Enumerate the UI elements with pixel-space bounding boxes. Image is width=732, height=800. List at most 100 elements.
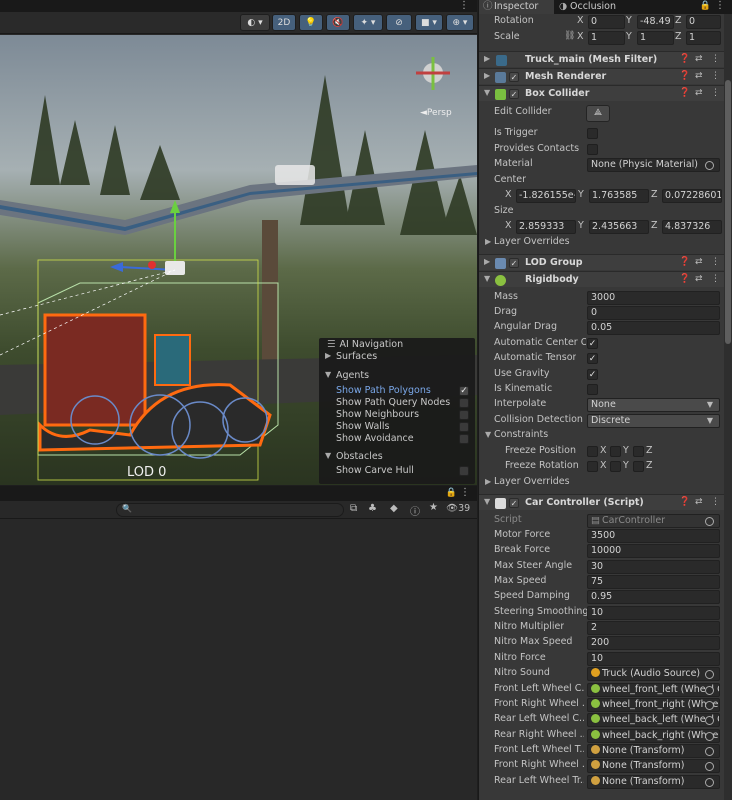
camera-settings-icon[interactable]: ■ ▾: [415, 14, 443, 31]
mass-field[interactable]: 3000: [587, 291, 720, 305]
object-picker-icon[interactable]: [705, 746, 714, 756]
audio-toggle-icon[interactable]: 🔇: [326, 14, 350, 31]
object-picker-icon[interactable]: [705, 685, 714, 695]
lod-group-header[interactable]: ▶ ✓ LOD Group ❓ ⇄ ⋮: [479, 254, 725, 270]
enabled-checkbox[interactable]: ✓: [509, 89, 519, 99]
help-icon[interactable]: ❓: [679, 71, 690, 81]
foldout-arrow-icon[interactable]: ▶: [484, 257, 490, 266]
field-value[interactable]: 10: [587, 651, 720, 666]
obstacles-foldout[interactable]: ▼ Obstacles: [319, 451, 475, 463]
collision-detection-dropdown[interactable]: Discrete ▼: [587, 414, 720, 428]
scene-view[interactable]: ⋮ ◐ ▾ 2D 💡 🔇 ✦ ▾ ⊘ ■ ▾ ⊕ ▾ ◄Persp LOD 0 …: [0, 0, 477, 485]
auto-center-checkbox[interactable]: ✓: [587, 338, 598, 349]
mesh-renderer-header[interactable]: ▶ ✓ Mesh Renderer ❓ ⇄ ⋮: [479, 68, 725, 84]
freeze-pos-z-checkbox[interactable]: [633, 446, 644, 457]
field-value[interactable]: 10000: [587, 544, 720, 559]
component-menu-icon[interactable]: ⋮: [711, 88, 720, 98]
provides-contacts-checkbox[interactable]: [587, 144, 598, 155]
checkbox[interactable]: [459, 398, 469, 408]
show-neighbours-toggle[interactable]: Show Neighbours: [319, 409, 475, 421]
inspector-scrollbar[interactable]: [724, 14, 732, 800]
object-reference-field[interactable]: wheel_front_left (Wheel C: [587, 682, 720, 697]
lock-icon[interactable]: 🔒: [700, 1, 711, 11]
checkbox-checked-icon[interactable]: ✓: [459, 386, 469, 396]
field-value[interactable]: 30: [587, 559, 720, 574]
foldout-arrow-icon[interactable]: ▼: [484, 497, 490, 506]
object-picker-icon[interactable]: [705, 161, 714, 170]
help-icon[interactable]: ❓: [679, 497, 690, 507]
foldout-arrow-icon[interactable]: ▶: [484, 71, 490, 80]
box-collider-header[interactable]: ▼ ✓ Box Collider ❓ ⇄ ⋮: [479, 85, 725, 101]
show-path-polygons-toggle[interactable]: Show Path Polygons ✓: [319, 385, 475, 397]
filter-by-type-icon[interactable]: ⧉: [350, 503, 357, 514]
constrain-proportions-icon[interactable]: ⛓: [564, 31, 575, 41]
show-walls-toggle[interactable]: Show Walls: [319, 421, 475, 433]
gizmos-button[interactable]: ⊕ ▾: [446, 14, 474, 31]
show-path-query-nodes-toggle[interactable]: Show Path Query Nodes: [319, 397, 475, 409]
field-value[interactable]: 0.95: [587, 590, 720, 605]
presets-icon[interactable]: ⇄: [695, 88, 703, 98]
component-menu-icon[interactable]: ⋮: [711, 497, 720, 507]
object-reference-field[interactable]: Truck (Audio Source): [587, 667, 720, 682]
help-icon[interactable]: ❓: [679, 257, 690, 267]
field-value[interactable]: 10: [587, 605, 720, 620]
component-menu-icon[interactable]: ⋮: [711, 71, 720, 81]
object-reference-field[interactable]: None (Transform): [587, 774, 720, 789]
info-icon[interactable]: ⓘ: [410, 503, 420, 518]
presets-icon[interactable]: ⇄: [695, 497, 703, 507]
object-picker-icon[interactable]: [705, 700, 714, 710]
presets-icon[interactable]: ⇄: [695, 54, 703, 64]
show-avoidance-toggle[interactable]: Show Avoidance: [319, 433, 475, 445]
size-x-field[interactable]: 2.859333: [516, 220, 576, 234]
freeze-rot-z-checkbox[interactable]: [633, 461, 644, 472]
freeze-rot-y-checkbox[interactable]: [610, 461, 621, 472]
field-value[interactable]: 2: [587, 621, 720, 636]
box-layer-overrides-foldout[interactable]: ▶ Layer Overrides: [479, 235, 725, 250]
foldout-arrow-icon[interactable]: ▶: [484, 54, 490, 63]
more-options-icon[interactable]: ⋮: [460, 487, 470, 498]
presets-icon[interactable]: ⇄: [695, 257, 703, 267]
rotation-z-field[interactable]: 0: [686, 15, 721, 29]
scale-x-field[interactable]: 1: [588, 31, 625, 45]
mode-2d-button[interactable]: 2D: [272, 14, 296, 31]
field-value[interactable]: 3500: [587, 529, 720, 543]
help-icon[interactable]: ❓: [679, 88, 690, 98]
scale-y-field[interactable]: 1: [637, 31, 674, 45]
lighting-toggle-icon[interactable]: 💡: [299, 14, 323, 31]
agents-foldout[interactable]: ▼ Agents: [319, 370, 475, 382]
scale-z-field[interactable]: 1: [686, 31, 721, 45]
object-reference-field[interactable]: wheel_back_right (Whee: [587, 728, 720, 743]
scene-viewport[interactable]: ◄Persp LOD 0 ☰ AI Navigation ▶ Surfaces ▼ A…: [0, 35, 477, 485]
mesh-filter-header[interactable]: ▶ Truck_main (Mesh Filter) ❓ ⇄ ⋮: [479, 51, 725, 67]
rotation-x-field[interactable]: 0: [588, 15, 625, 29]
lock-icon[interactable]: 🔒: [446, 488, 457, 498]
presets-icon[interactable]: ⇄: [695, 274, 703, 284]
hidden-count[interactable]: 👁39: [446, 503, 470, 514]
checkbox[interactable]: [459, 466, 469, 476]
enabled-checkbox[interactable]: ✓: [509, 72, 519, 82]
car-controller-header[interactable]: ▼ ✓ Car Controller (Script) ❓ ⇄ ⋮: [479, 494, 725, 510]
size-y-field[interactable]: 2.435663: [589, 220, 649, 234]
search-input[interactable]: 🔍: [116, 503, 344, 517]
freeze-pos-x-checkbox[interactable]: [587, 446, 598, 457]
center-z-field[interactable]: 0.07228601: [662, 189, 722, 203]
tab-inspector[interactable]: ⓘ Inspector: [479, 0, 554, 14]
checkbox[interactable]: [459, 410, 469, 420]
object-picker-icon[interactable]: [705, 670, 714, 680]
is-trigger-checkbox[interactable]: [587, 128, 598, 139]
rotation-y-field[interactable]: -48.49: [637, 15, 674, 29]
center-y-field[interactable]: 1.763585: [589, 189, 649, 203]
surfaces-foldout[interactable]: ▶ Surfaces: [319, 351, 475, 363]
perspective-label[interactable]: ◄Persp: [420, 108, 452, 118]
more-options-icon[interactable]: ⋮: [459, 0, 469, 11]
favorite-star-icon[interactable]: ★: [429, 502, 438, 513]
object-reference-field[interactable]: wheel_front_right (Whee: [587, 697, 720, 712]
object-reference-field[interactable]: None (Transform): [587, 759, 720, 774]
tag-icon[interactable]: ◆: [390, 503, 398, 514]
freeze-rot-x-checkbox[interactable]: [587, 461, 598, 472]
drag-field[interactable]: 0: [587, 306, 720, 320]
show-carve-hull-toggle[interactable]: Show Carve Hull: [319, 465, 475, 477]
field-value[interactable]: 75: [587, 575, 720, 590]
rigidbody-header[interactable]: ▼ Rigidbody ❓ ⇄ ⋮: [479, 271, 725, 287]
auto-tensor-checkbox[interactable]: ✓: [587, 353, 598, 364]
